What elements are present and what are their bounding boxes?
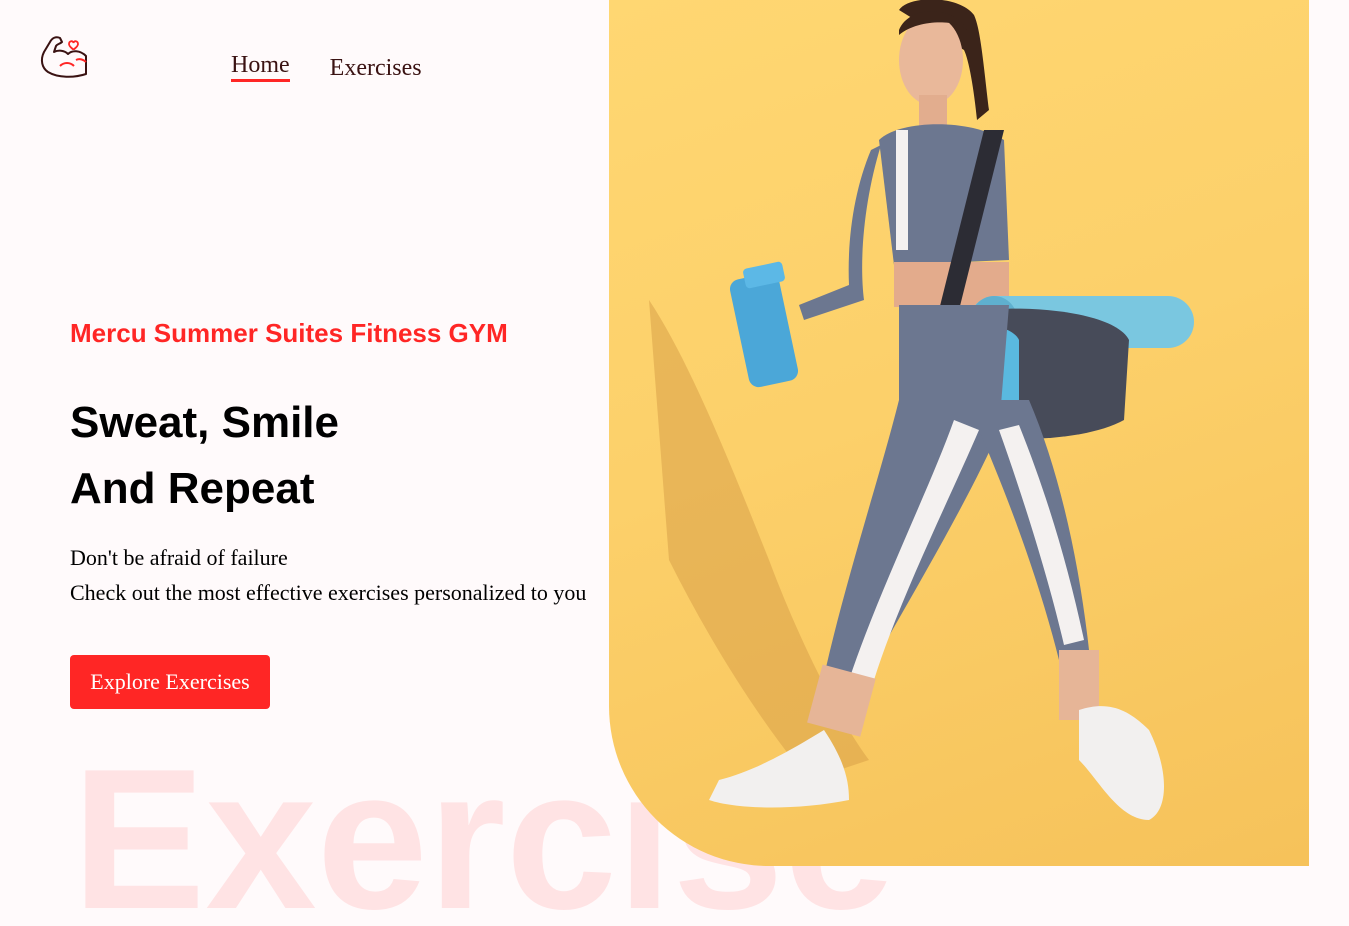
hero-banner-image <box>609 0 1309 866</box>
explore-exercises-button[interactable]: Explore Exercises <box>70 655 270 709</box>
gym-name-heading: Mercu Summer Suites Fitness GYM <box>70 318 508 348</box>
headline-line-2: And Repeat <box>70 464 315 513</box>
hero-subtext: Don't be afraid of failure Check out the… <box>70 540 586 610</box>
subtext-line-1: Don't be afraid of failure <box>70 545 288 570</box>
nav-link-home[interactable]: Home <box>231 51 290 82</box>
main-nav: Home Exercises <box>231 51 422 82</box>
subtext-line-2: Check out the most effective exercises p… <box>70 580 587 605</box>
hero-woman-illustration <box>649 0 1194 820</box>
headline-line-1: Sweat, Smile <box>70 398 340 447</box>
hero-headline: Sweat, Smile And Repeat <box>70 390 339 522</box>
logo-icon[interactable] <box>38 30 90 82</box>
nav-link-exercises[interactable]: Exercises <box>330 54 422 82</box>
